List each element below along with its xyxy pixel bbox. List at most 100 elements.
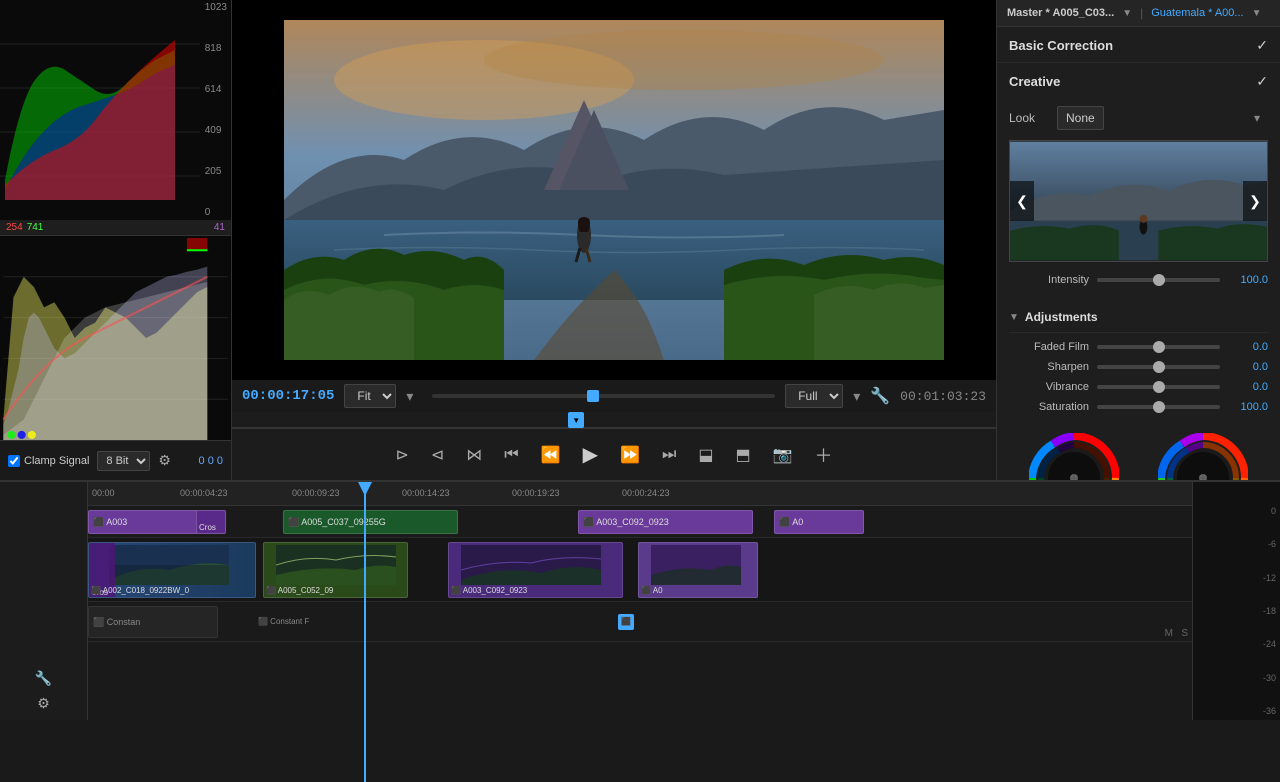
- faded-film-thumb[interactable]: [1153, 341, 1165, 353]
- sharpen-slider[interactable]: [1097, 365, 1220, 369]
- clip-constant-1[interactable]: ⬛ Constan: [88, 606, 218, 638]
- basic-correction-title: Basic Correction: [1009, 38, 1113, 53]
- vibrance-thumb[interactable]: [1153, 381, 1165, 393]
- db-0: 0: [1193, 506, 1276, 516]
- track-ms-labels: M S: [1165, 628, 1188, 639]
- clip-a0-lower-right[interactable]: ⬛ A0: [638, 542, 758, 598]
- fit-select[interactable]: Fit: [344, 384, 396, 408]
- look-prev-button[interactable]: ❮: [1010, 181, 1034, 221]
- scope-panel: 1023 818 614 409 205 0 254 741 41: [0, 0, 232, 480]
- vibrance-value: 0.0: [1228, 381, 1268, 393]
- shadow-tint-wheel[interactable]: Shadow Tint: [1029, 433, 1119, 480]
- sharpen-row: Sharpen 0.0: [1009, 361, 1268, 373]
- master-label: Master * A005_C03...: [1007, 7, 1114, 19]
- saturation-thumb[interactable]: [1153, 401, 1165, 413]
- step-forward-button[interactable]: ⏩: [616, 441, 644, 469]
- play-button[interactable]: ▶: [579, 438, 602, 471]
- insert-button[interactable]: ⬓: [694, 441, 717, 469]
- clip-a003-c092-lower[interactable]: ⬛ A003_C092_0923: [448, 542, 623, 598]
- look-select[interactable]: None: [1057, 106, 1104, 130]
- capture-button[interactable]: 📷: [769, 441, 797, 469]
- look-preview-strip: ❮ ❯: [1009, 140, 1268, 262]
- vibrance-slider[interactable]: [1097, 385, 1220, 389]
- settings-button[interactable]: ⚙: [37, 695, 50, 712]
- marker-indicator[interactable]: ⬛: [618, 614, 634, 630]
- guatemala-dropdown-btn[interactable]: ▼: [1252, 8, 1262, 19]
- master-dropdown-btn[interactable]: ▼: [1122, 8, 1132, 19]
- intensity-thumb[interactable]: [1153, 274, 1165, 286]
- overwrite-button[interactable]: ⬒: [731, 441, 754, 469]
- faded-film-row: Faded Film 0.0: [1009, 341, 1268, 353]
- clip-a005-c052[interactable]: ⬛ A005_C052_09: [263, 542, 408, 598]
- histogram-indicator-b: 41: [214, 222, 225, 233]
- clip-a003[interactable]: ⬛ A003: [88, 510, 203, 534]
- quality-dropdown-icon[interactable]: ▾: [853, 388, 860, 405]
- histogram-indicator: 254: [6, 222, 23, 233]
- clip-a005-c037[interactable]: ⬛ A005_C037_09255G: [283, 510, 458, 534]
- scope-bottom-bar: Clamp Signal 8 Bit ⚙ 0 0 0: [0, 440, 231, 480]
- highlight-tint-wheel[interactable]: Highlight Tint: [1158, 433, 1248, 480]
- db-scale: 0 -6 -12 -18 -24 -30 -36: [1192, 482, 1280, 720]
- sharpen-label: Sharpen: [1009, 361, 1089, 373]
- db-36: -36: [1193, 706, 1276, 716]
- playhead-marker[interactable]: ▼: [568, 412, 584, 428]
- timeline-strip[interactable]: ▼: [232, 412, 996, 428]
- playback-scrubber[interactable]: [432, 394, 775, 398]
- intensity-value: 100.0: [1228, 274, 1268, 286]
- clamp-signal-checkbox[interactable]: [8, 455, 20, 467]
- creative-section-header[interactable]: Creative ✓: [997, 63, 1280, 98]
- vibrance-label: Vibrance: [1009, 381, 1089, 393]
- timecode-total: 00:01:03:23: [900, 389, 986, 404]
- adjustments-toggle-icon[interactable]: ▼: [1009, 312, 1019, 323]
- clip-a003-c092[interactable]: ⬛ A003_C092_0923: [578, 510, 753, 534]
- sharpen-thumb[interactable]: [1153, 361, 1165, 373]
- adjustments-header[interactable]: ▼ Adjustments: [1009, 302, 1268, 333]
- clamp-signal-label: Clamp Signal: [8, 455, 89, 467]
- wrench-icon[interactable]: 🔧: [870, 386, 890, 406]
- clip-a002-label: ⬛ A002_C018_0922BW_0: [91, 586, 189, 595]
- timeline-playhead: [364, 482, 366, 782]
- timeline-main: 00:00 00:00:04:23 00:00:09:23 00:00:14:2…: [88, 482, 1192, 720]
- look-next-button[interactable]: ❯: [1243, 181, 1267, 221]
- constant-2-indicator: ⬛ Constant F: [258, 617, 309, 626]
- mark-out-button[interactable]: ⊲: [427, 441, 448, 469]
- clip-transition-1[interactable]: Cros: [196, 510, 226, 534]
- scope-numbers: 1023 818 614 409 205 0: [205, 0, 227, 220]
- db-12: -12: [1193, 573, 1276, 583]
- track-3-bottom: ⬛ Constan ⬛ Constant F ⬛ M S: [88, 602, 1192, 642]
- trim-button[interactable]: ⋈: [462, 441, 486, 469]
- sharpen-value: 0.0: [1228, 361, 1268, 373]
- lumetri-header: Master * A005_C03... ▼ | Guatemala * A00…: [997, 0, 1280, 27]
- clip-a002[interactable]: ⬛ A002_C018_0922BW_0 Cros: [88, 542, 256, 598]
- scrubber-thumb[interactable]: [587, 390, 599, 402]
- ruler-mark-2: 00:00:09:23: [292, 488, 340, 498]
- jump-back-button[interactable]: ⏮: [500, 442, 522, 468]
- db-30: -30: [1193, 673, 1276, 683]
- step-back-button[interactable]: ⏪: [537, 441, 565, 469]
- mark-in-button[interactable]: ⊳: [391, 441, 412, 469]
- look-label: Look: [1009, 111, 1049, 125]
- faded-film-slider[interactable]: [1097, 345, 1220, 349]
- saturation-label: Saturation: [1009, 401, 1089, 413]
- faded-film-value: 0.0: [1228, 341, 1268, 353]
- quality-select[interactable]: Full: [785, 384, 843, 408]
- bit-depth-select[interactable]: 8 Bit: [97, 451, 150, 471]
- tools-button[interactable]: 🔧: [35, 670, 52, 687]
- clip-a0-right[interactable]: ⬛ A0: [774, 510, 864, 534]
- clip-a0-lower-right-label: ⬛ A0: [641, 586, 663, 595]
- vibrance-row: Vibrance 0.0: [1009, 381, 1268, 393]
- intensity-slider[interactable]: [1097, 278, 1220, 282]
- playback-controls-bar: 00:00:17:05 Fit ▾ Full ▾ 🔧 00:01:03:23: [232, 380, 996, 412]
- add-button[interactable]: ＋: [811, 438, 837, 472]
- timeline-playhead-marker[interactable]: [358, 482, 372, 496]
- timeline-ruler[interactable]: 00:00 00:00:04:23 00:00:09:23 00:00:14:2…: [88, 482, 1192, 506]
- ruler-mark-5: 00:00:24:23: [622, 488, 670, 498]
- saturation-value: 100.0: [1228, 401, 1268, 413]
- fit-dropdown-icon[interactable]: ▾: [406, 388, 422, 404]
- ruler-mark-4: 00:00:19:23: [512, 488, 560, 498]
- basic-correction-section[interactable]: Basic Correction ✓: [997, 27, 1280, 63]
- saturation-slider[interactable]: [1097, 405, 1220, 409]
- jump-forward-button[interactable]: ⏭: [658, 442, 680, 468]
- clip-a0-label: ⬛ A0: [779, 517, 803, 528]
- settings-icon[interactable]: ⚙: [158, 452, 171, 469]
